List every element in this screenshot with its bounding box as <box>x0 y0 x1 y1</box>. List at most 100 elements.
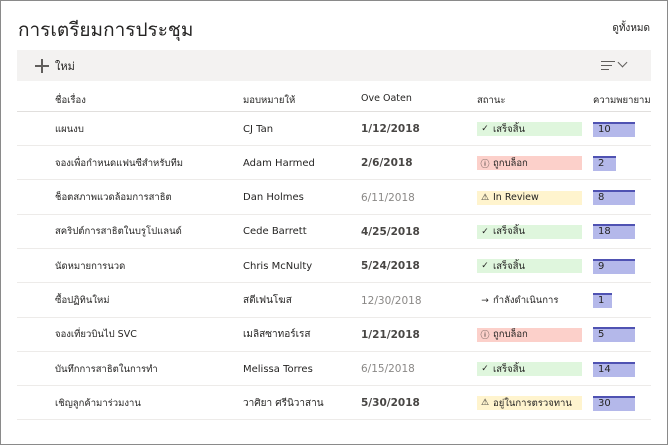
effort-value: 1 <box>598 295 605 306</box>
assignee-name: Adam Harmed <box>243 157 315 169</box>
effort-value: 14 <box>598 363 611 375</box>
assignee-name: Chris McNulty <box>243 260 313 272</box>
column-header-status[interactable]: สถานะ <box>477 93 505 108</box>
due-date: 1/12/2018 <box>361 123 420 135</box>
task-title[interactable]: จองเพื่อกำหนดแฟนซีสำหรับทีม <box>55 146 183 180</box>
lines-sort-icon <box>601 60 615 71</box>
status-badge: ⓘ ถูกบล็อก <box>477 156 582 171</box>
due-date: 5/30/2018 <box>361 397 420 410</box>
status-icon: ⚠ <box>480 192 490 203</box>
effort-bar: 1 <box>593 293 635 308</box>
table-row[interactable]: ซื้อปฏิทินใหม่ สตีเฟนโฆส 12/30/2018 → กำลังด… <box>17 284 651 318</box>
due-date: 4/25/2018 <box>361 225 420 238</box>
status-label: เสร็จสิ้น <box>493 363 526 375</box>
due-date: 12/30/2018 <box>361 294 422 307</box>
effort-value: 10 <box>598 123 611 135</box>
column-header-task[interactable]: ชื่อเรื่อง <box>55 93 86 108</box>
status-icon: → <box>481 295 489 306</box>
status-icon: ⚠ <box>480 398 490 409</box>
column-header-assignee[interactable]: มอบหมายให้ <box>243 93 295 108</box>
status-icon: ✓ <box>481 364 489 375</box>
effort-value: 9 <box>598 260 605 272</box>
assignee-name: วาศิยา ศรีนิวาสาน <box>243 397 324 409</box>
view-options-button[interactable] <box>601 57 631 73</box>
effort-bar-fill <box>593 155 616 171</box>
effort-cell: 30 <box>593 386 635 420</box>
status-icon: ✓ <box>481 261 489 272</box>
status-badge: ⓘ ถูกบล็อก <box>477 327 582 342</box>
status-cell: ⚠ อยู่ในการตรวจทาน <box>477 386 582 420</box>
task-title[interactable]: ช็อตสภาพแวดล้อมการสาธิต <box>55 181 172 215</box>
task-title[interactable]: นัดหมายการนวด <box>55 249 125 283</box>
status-icon: ✓ <box>481 124 489 134</box>
assignee-name: สตีเฟนโฆส <box>243 295 292 306</box>
status-badge: ⚠ อยู่ในการตรวจทาน <box>477 396 582 411</box>
assignee-name: Melissa Torres <box>243 363 313 375</box>
status-badge: ✓ เสร็จสิ้น <box>477 224 582 239</box>
table-row[interactable]: เชิญลูกค้ามาร่วมงาน วาศิยา ศรีนิวาสาน 5/30… <box>17 386 651 421</box>
status-cell: → กำลังดำเนินการ <box>477 284 582 318</box>
new-item-button[interactable]: ใหม่ <box>35 56 75 76</box>
assignee-name: Cede Barrett <box>243 226 307 238</box>
effort-bar: 8 <box>593 190 635 206</box>
effort-value: 2 <box>598 157 605 169</box>
due-date: 1/21/2018 <box>361 328 420 341</box>
effort-bar: 14 <box>593 361 635 377</box>
status-icon: ⓘ <box>480 331 490 342</box>
table-row[interactable]: นัดหมายการนวด Chris McNulty 5/24/2018 ✓ เสร็… <box>17 249 651 284</box>
page-title: การเตรียมการประชุม <box>18 19 194 41</box>
status-label: เสร็จสิ้น <box>493 123 526 135</box>
status-label: ถูกบล็อก <box>493 157 528 169</box>
status-badge: ✓ เสร็จสิ้น <box>477 122 582 136</box>
status-cell: ⓘ ถูกบล็อก <box>477 318 582 352</box>
column-header-due[interactable]: Ove Oaten <box>361 93 412 104</box>
effort-cell: 2 <box>593 146 635 180</box>
task-title[interactable]: ซื้อปฏิทินใหม่ <box>55 284 109 318</box>
status-label: เสร็จสิ้น <box>493 226 526 238</box>
task-title[interactable]: บันทึกการสาธิตในการทำ <box>55 352 158 386</box>
task-title[interactable]: จองเที่ยวบินไป SVC <box>55 318 137 352</box>
table-row[interactable]: แผนงบ CJ Tan 1/12/2018 ✓ เสร็จสิ้น 10 <box>17 112 651 146</box>
task-title[interactable]: เชิญลูกค้ามาร่วมงาน <box>55 386 141 420</box>
status-icon: ✓ <box>481 226 489 237</box>
task-title[interactable]: แผนงบ <box>55 112 84 146</box>
status-label: กำลังดำเนินการ <box>493 295 559 306</box>
column-header-effort[interactable]: ความพยายาม <box>593 93 651 108</box>
table-row[interactable]: บันทึกการสาธิตในการทำ Melissa Torres 6/15/… <box>17 352 651 387</box>
due-date: 2/6/2018 <box>361 157 413 170</box>
due-date: 6/11/2018 <box>361 191 415 204</box>
assignee-name: เมลิสซาทอร์เรส <box>243 329 311 341</box>
effort-bar: 2 <box>593 155 635 171</box>
see-all-link[interactable]: ดูทั้งหมด <box>612 21 650 36</box>
effort-bar: 5 <box>593 327 635 343</box>
effort-cell: 10 <box>593 112 635 146</box>
effort-value: 5 <box>598 329 605 341</box>
status-cell: ✓ เสร็จสิ้น <box>477 249 582 283</box>
status-label: เสร็จสิ้น <box>493 260 526 272</box>
effort-bar: 10 <box>593 121 635 137</box>
table-row[interactable]: ช็อตสภาพแวดล้อมการสาธิต Dan Holmes 6/11/20… <box>17 181 651 215</box>
task-title[interactable]: สคริปต์การสาธิตในบรูโปแลนด์ <box>55 215 182 249</box>
effort-cell: 8 <box>593 181 635 215</box>
status-label: อยู่ในการตรวจทาน <box>493 397 572 409</box>
table-row[interactable]: จองเพื่อกำหนดแฟนซีสำหรับทีม Adam Harmed 2/… <box>17 146 651 181</box>
status-label: ถูกบล็อก <box>493 329 528 341</box>
status-cell: ⓘ ถูกบล็อก <box>477 146 582 180</box>
status-cell: ⚠ In Review <box>477 181 582 215</box>
effort-cell: 1 <box>593 284 635 318</box>
table-row[interactable]: จองเที่ยวบินไป SVC เมลิสซาทอร์เรส 1/21/201… <box>17 318 651 352</box>
status-badge: → กำลังดำเนินการ <box>477 294 582 308</box>
status-cell: ✓ เสร็จสิ้น <box>477 112 582 146</box>
assignee-name: CJ Tan <box>243 123 274 135</box>
assignee-name: Dan Holmes <box>243 192 304 204</box>
toolbar: ใหม่ <box>17 50 651 81</box>
table-row[interactable]: สคริปต์การสาธิตในบรูโปแลนด์ Cede Barrett 4… <box>17 215 651 249</box>
effort-value: 18 <box>598 226 611 238</box>
status-badge: ✓ เสร็จสิ้น <box>477 362 582 377</box>
table-header: ชื่อเรื่อง มอบหมายให้ Ove Oaten สถานะ คว… <box>17 84 651 112</box>
plus-icon <box>35 59 49 73</box>
effort-bar: 30 <box>593 395 635 411</box>
status-cell: ✓ เสร็จสิ้น <box>477 352 582 386</box>
new-item-label: ใหม่ <box>55 60 75 73</box>
effort-cell: 9 <box>593 249 635 283</box>
